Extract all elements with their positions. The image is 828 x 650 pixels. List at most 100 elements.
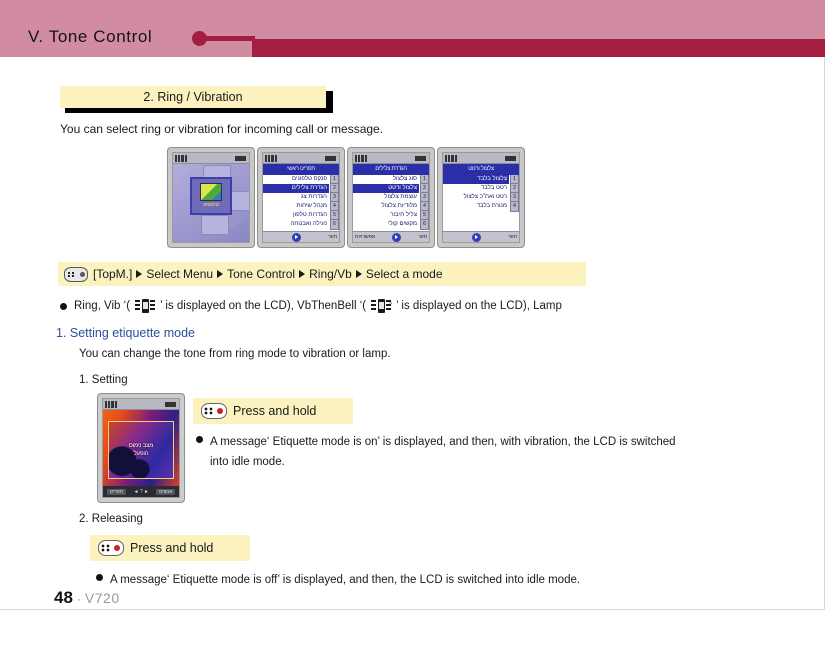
- keypad-key-icon: [64, 266, 88, 282]
- signal-icon: [445, 155, 457, 162]
- header-stem: [199, 36, 255, 41]
- menu-item: 4 מנהל שיחות: [263, 201, 339, 212]
- phone-screenshot: תפריט ראשי 1 פנקס טלפונים 2 הגדרת צלילים…: [257, 147, 345, 248]
- etiquette-message-line2: הופעל: [133, 451, 149, 457]
- status-bar: [263, 153, 339, 164]
- modes-description: Ring, Vib ‘( ’ is displayed on the LCD),…: [60, 298, 562, 314]
- soft-key-right: חזור: [328, 234, 337, 240]
- page-title: V. Tone Control: [28, 27, 153, 46]
- chevron-right-icon: [136, 270, 143, 278]
- etiquette-message-line1: מצב נימוס: [128, 443, 154, 449]
- ok-arrow-icon: [292, 232, 302, 242]
- soft-key-bar: חזור אפשרויות: [353, 231, 429, 242]
- menu-item-number: 6: [420, 219, 429, 230]
- step-label-releasing: 2. Releasing: [79, 513, 143, 525]
- battery-icon: [235, 156, 246, 161]
- phone-display: הגדרת צלילים 1 סוג צלצול 2 צלצול ורטט 3 …: [352, 152, 430, 243]
- menu-item-label: סוג צלצול: [392, 176, 417, 182]
- menu-item-number: 4: [510, 201, 519, 212]
- chevron-right-icon: [299, 270, 306, 278]
- phone-screenshot: צלצול ורטט 1 צלצול בלבד 2 רטט בלבד 3 רטט…: [437, 147, 525, 248]
- keypad-hold-icon: [201, 403, 227, 419]
- menu-title: צלצול ורטט: [443, 164, 519, 175]
- background-icon: [231, 191, 249, 211]
- selected-menu-tile: טלפונים: [190, 176, 232, 215]
- phone-body: [378, 299, 386, 313]
- signal-icon: [105, 401, 117, 408]
- menu-item-label: הגדרות טלפון: [293, 212, 327, 218]
- releasing-bullet: A message‘ Etiquette mode is off’ is dis…: [96, 570, 796, 590]
- soft-key-bar: חזור: [443, 231, 519, 242]
- navpath-step: Select a mode: [365, 267, 443, 281]
- chevron-right-icon: [355, 270, 362, 278]
- device-model: V720: [84, 590, 120, 606]
- step-label-setting: 1. Setting: [79, 374, 128, 386]
- status-bar: [443, 153, 519, 164]
- modes-suffix: ’ is displayed on the LCD), Lamp: [396, 300, 562, 312]
- setting-bullet-line1: A message‘ Etiquette mode is on’ is disp…: [210, 436, 676, 448]
- press-and-hold-label: Press and hold: [233, 404, 317, 418]
- music-note-icon: ♪: [387, 297, 393, 309]
- menu-item-label: צלצול ורטט: [353, 184, 419, 193]
- menu-item: 3 רטט ואח"כ צלצול: [443, 192, 519, 203]
- releasing-bullet-text: A message‘ Etiquette mode is off’ is dis…: [110, 574, 581, 586]
- wave-left: [371, 300, 377, 312]
- menu-list: 1 סוג צלצול 2 צלצול ורטט 3 עוצמת צלצול 4…: [353, 175, 429, 231]
- chevron-right-icon: [217, 270, 224, 278]
- etiquette-message-box: מצב נימוס הופעל: [108, 421, 174, 479]
- menu-title: תפריט ראשי: [263, 164, 339, 175]
- battery-icon: [325, 156, 336, 161]
- press-and-hold-callout: Press and hold: [193, 398, 353, 424]
- menu-item-selected: 2 צלצול ורטט: [353, 183, 429, 194]
- menu-title: הגדרת צלילים: [353, 164, 429, 175]
- navpath-step: [TopM.]: [93, 267, 133, 281]
- menu-list: 1 צלצול בלבד 2 רטט בלבד 3 רטט ואח"כ צלצו…: [443, 175, 519, 231]
- status-bar: [353, 153, 429, 164]
- battery-icon: [415, 156, 426, 161]
- menu-item-label: מנורת בלבד: [476, 203, 507, 209]
- phone-body: [142, 299, 150, 313]
- setting-bullet: A message‘ Etiquette mode is on’ is disp…: [196, 432, 756, 472]
- soft-key-right: אנשים: [156, 488, 176, 495]
- menu-item: 1 סוג צלצול: [353, 175, 429, 185]
- menu-item-selected: 1 צלצול בלבד: [443, 175, 519, 185]
- page-number: 48: [54, 588, 73, 607]
- menu-item-label: מקשים קולי: [388, 221, 417, 227]
- menu-item: 3 הגדרות צג: [263, 192, 339, 203]
- modes-prefix: Ring, Vib ‘(: [74, 300, 131, 312]
- battery-icon: [165, 402, 176, 407]
- idle-screen: טלפונים: [173, 153, 249, 242]
- bullet-icon: [96, 574, 103, 581]
- wave-left: [135, 300, 141, 312]
- menu-item-label: הגדרות צג: [300, 194, 327, 200]
- menu-item-label: עוצמת צלצול: [384, 194, 417, 200]
- menu-item: 5 הגדרות טלפון: [263, 210, 339, 221]
- menu-item-label: רטט ואח"כ צלצול: [463, 194, 507, 200]
- header-dot: [192, 31, 207, 46]
- vibrate-phone-music-icon: ♪: [370, 297, 393, 314]
- signal-icon: [265, 155, 277, 162]
- wave-right: [150, 300, 156, 312]
- navpath-step: Select Menu: [146, 267, 214, 281]
- menu-item-selected: 2 הגדרת צלילים: [263, 183, 339, 194]
- menu-item-label: מלודיות צלצול: [381, 203, 417, 209]
- navpath-step: Ring/Vb: [309, 267, 352, 281]
- menu-item-label: נעילה ואבטחה: [290, 221, 327, 227]
- phone-display: צלצול ורטט 1 צלצול בלבד 2 רטט בלבד 3 רטט…: [442, 152, 520, 243]
- soft-key-left: תפריט: [106, 488, 127, 495]
- menu-item-label: רטט בלבד: [480, 185, 507, 191]
- background-icon: [201, 215, 229, 235]
- soft-key-mid: ◄ ? ►: [133, 488, 149, 495]
- soft-key-left: אפשרויות: [355, 234, 375, 240]
- setting-bullet-line2: into idle mode.: [210, 456, 285, 468]
- phone-photo: מצב נימוס הופעל תפריט ◄ ? ► אנשים: [97, 393, 185, 503]
- navpath-step: Tone Control: [227, 267, 296, 281]
- menu-item-label: צלצול בלבד: [443, 175, 509, 184]
- soft-key-right: חזור: [418, 234, 427, 240]
- menu-item-label: צליל חיבור: [390, 212, 417, 218]
- bullet-icon: [196, 436, 203, 443]
- menu-item: 1 פנקס טלפונים: [263, 175, 339, 185]
- status-bar: [103, 399, 179, 410]
- setting-bullet-text: A message‘ Etiquette mode is on’ is disp…: [210, 432, 676, 472]
- menu-item: 4 מלודיות צלצול: [353, 201, 429, 212]
